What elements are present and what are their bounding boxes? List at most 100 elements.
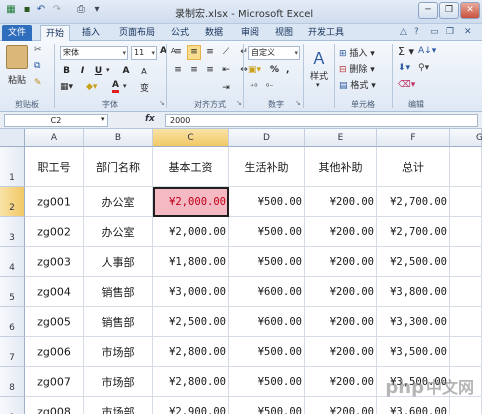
cell-c6[interactable]: ¥2,500.00 [153,307,229,337]
row-header-2[interactable]: 2 [0,187,25,217]
cell-g7[interactable] [450,337,482,367]
cell-e7[interactable]: ¥200.00 [305,337,377,367]
tab-home[interactable]: 开始 [40,25,70,41]
format-cells-button[interactable]: ▤ 格式 ▾ [339,78,376,91]
print-preview-icon[interactable]: ⎙ [74,4,88,20]
cell-e8[interactable]: ¥200.00 [305,367,377,397]
increase-decimal-icon[interactable]: ⁺⁰ [250,82,257,91]
align-bottom-icon[interactable]: ≡ [203,45,217,60]
cell-d3[interactable]: ¥500.00 [229,217,305,247]
column-header-f[interactable]: F [377,129,450,147]
cell-c2[interactable]: ¥2,000.00 [153,187,229,217]
row-header-9[interactable]: 9 [0,397,25,414]
row-header-5[interactable]: 5 [0,277,25,307]
row-header-4[interactable]: 4 [0,247,25,277]
column-header-b[interactable]: B [84,129,153,147]
help-icon[interactable]: ? [414,27,419,37]
cell-f5[interactable]: ¥3,800.00 [377,277,450,307]
cell-g2[interactable] [450,187,482,217]
formula-input[interactable]: 2000 [165,114,478,127]
cell-c8[interactable]: ¥2,800.00 [153,367,229,397]
cell-c5[interactable]: ¥3,000.00 [153,277,229,307]
cell-g9[interactable] [450,397,482,414]
format-painter-icon[interactable]: ✎ [34,78,42,88]
column-header-g[interactable]: G [450,129,482,147]
styles-icon[interactable]: Ａ [311,45,327,69]
find-select-icon[interactable]: ⚲▾ [418,63,429,73]
cell-b9[interactable]: 市场部 [84,397,153,414]
cell-a4[interactable]: zg003 [25,247,84,277]
paste-button[interactable]: 粘贴 [8,73,26,86]
clear-icon[interactable]: ⌫▾ [398,80,415,90]
cell-e2[interactable]: ¥200.00 [305,187,377,217]
phonetic-button[interactable]: 变 [140,81,149,94]
cut-icon[interactable]: ✂ [34,45,42,55]
cell-f6[interactable]: ¥3,300.00 [377,307,450,337]
tab-review[interactable]: 审阅 [236,25,264,41]
row-header-8[interactable]: 8 [0,367,25,397]
sort-filter-icon[interactable]: A↓▾ [418,46,436,56]
tab-data[interactable]: 数据 [200,25,228,41]
align-top-icon[interactable]: ≡ [171,45,185,60]
font-launcher-icon[interactable]: ↘ [159,99,165,107]
cell-b1[interactable]: 部门名称 [84,147,153,187]
cell-d8[interactable]: ¥500.00 [229,367,305,397]
cell-d6[interactable]: ¥600.00 [229,307,305,337]
bold-button[interactable]: B [60,64,73,79]
tab-view[interactable]: 视图 [270,25,298,41]
autosum-button[interactable]: Σ ▾ [398,45,414,58]
font-color-dropdown-icon[interactable]: ▾ [123,82,127,90]
row-header-1[interactable]: 1 [0,147,25,187]
currency-icon[interactable]: ▣▾ [248,65,261,75]
name-box[interactable]: C2 [4,114,108,127]
increase-indent-icon[interactable]: ⇥ [219,81,233,96]
decrease-decimal-icon[interactable]: ⁰⁻ [266,82,273,91]
restore-icon[interactable]: ❐ [439,2,459,19]
customize-icon[interactable]: ▾ [90,4,104,20]
row-header-6[interactable]: 6 [0,307,25,337]
close-doc-icon[interactable]: ✕ [464,27,472,37]
cell-f4[interactable]: ¥2,500.00 [377,247,450,277]
close-icon[interactable]: ✕ [460,2,480,19]
cell-g5[interactable] [450,277,482,307]
shrink-font-2-button[interactable]: A [136,64,152,79]
cell-d2[interactable]: ¥500.00 [229,187,305,217]
insert-function-icon[interactable]: fx [145,114,155,124]
decrease-indent-icon[interactable]: ⇤ [219,63,233,78]
cell-b7[interactable]: 市场部 [84,337,153,367]
column-header-e[interactable]: E [305,129,377,147]
cell-f9[interactable]: ¥3,600.00 [377,397,450,414]
align-left-icon[interactable]: ≡ [171,63,185,78]
cell-f1[interactable]: 总计 [377,147,450,187]
alignment-launcher-icon[interactable]: ↘ [236,99,242,107]
paste-icon[interactable] [6,45,28,69]
cell-f7[interactable]: ¥3,500.00 [377,337,450,367]
cell-b5[interactable]: 销售部 [84,277,153,307]
italic-button[interactable]: I [76,64,89,79]
styles-dropdown-icon[interactable]: ▾ [316,81,320,89]
cell-c9[interactable]: ¥2,900.00 [153,397,229,414]
cell-a5[interactable]: zg004 [25,277,84,307]
cell-g4[interactable] [450,247,482,277]
row-header-7[interactable]: 7 [0,337,25,367]
cell-g1[interactable] [450,147,482,187]
restore-doc-icon[interactable]: ❐ [446,27,454,37]
font-color-button[interactable]: A [112,80,119,93]
cell-a6[interactable]: zg005 [25,307,84,337]
cell-d5[interactable]: ¥600.00 [229,277,305,307]
cell-e9[interactable]: ¥200.00 [305,397,377,414]
delete-cells-button[interactable]: ⊟ 删除 ▾ [339,62,375,75]
cell-c4[interactable]: ¥1,800.00 [153,247,229,277]
copy-icon[interactable]: ⧉ [34,61,40,71]
orientation-icon[interactable]: ⟋ [219,45,233,60]
percent-button[interactable]: % [270,65,279,75]
cell-b8[interactable]: 市场部 [84,367,153,397]
column-header-a[interactable]: A [25,129,84,147]
cell-c3[interactable]: ¥2,000.00 [153,217,229,247]
number-launcher-icon[interactable]: ↘ [295,99,301,107]
cell-a7[interactable]: zg006 [25,337,84,367]
cell-d4[interactable]: ¥500.00 [229,247,305,277]
cell-d9[interactable]: ¥500.00 [229,397,305,414]
cell-e3[interactable]: ¥200.00 [305,217,377,247]
cell-e5[interactable]: ¥200.00 [305,277,377,307]
